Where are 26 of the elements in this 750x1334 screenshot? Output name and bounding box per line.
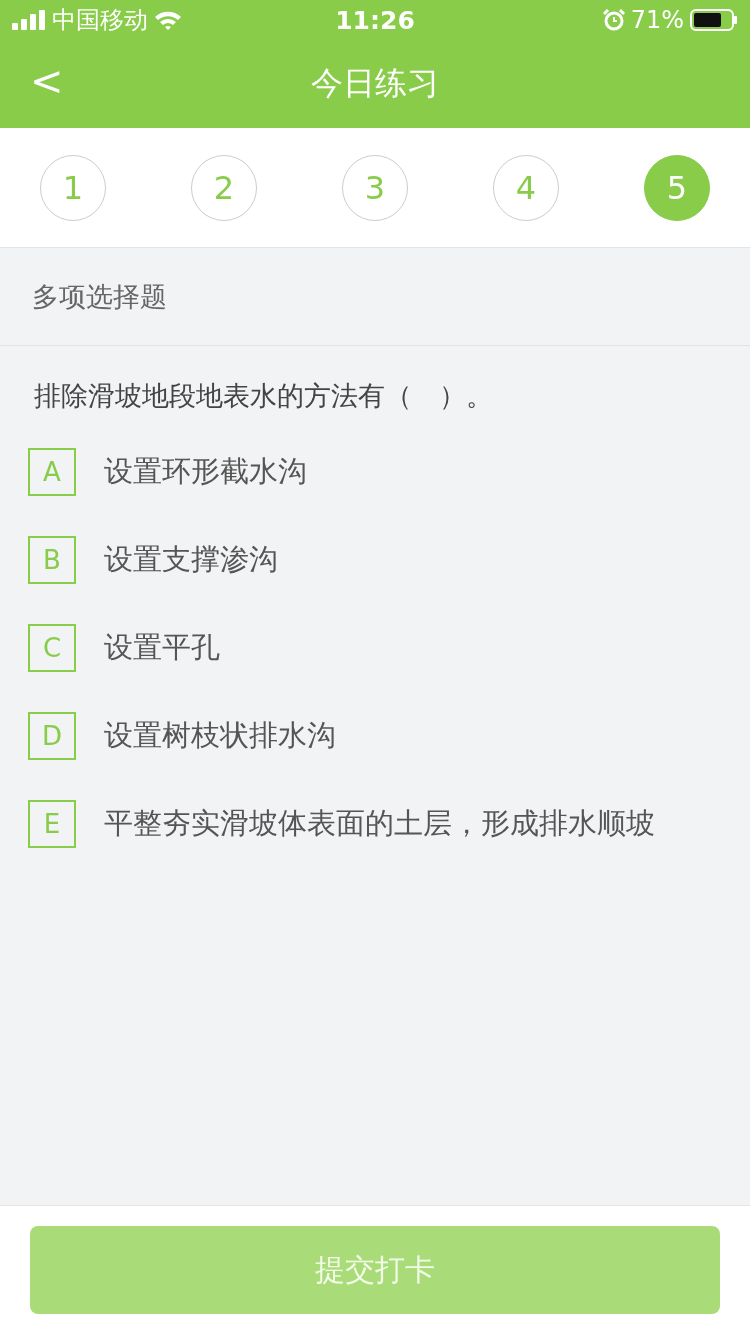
- option-letter-checkbox[interactable]: E: [28, 800, 76, 848]
- option-text[interactable]: 设置平孔: [104, 628, 220, 668]
- option-text[interactable]: 设置树枝状排水沟: [104, 716, 336, 756]
- option-letter-checkbox[interactable]: D: [28, 712, 76, 760]
- carrier-name: 中国移动: [52, 5, 148, 36]
- option-letter-checkbox[interactable]: A: [28, 448, 76, 496]
- option-text[interactable]: 设置支撑渗沟: [104, 540, 278, 580]
- question-text: 排除滑坡地段地表水的方法有（ ）。: [33, 379, 494, 413]
- question-number-tab[interactable]: 2: [191, 154, 257, 221]
- wifi-icon: [154, 10, 182, 30]
- question-type-label: 多项选择题: [0, 248, 750, 346]
- page-title: 今日练习: [311, 63, 439, 104]
- question-number-tab[interactable]: 3: [342, 154, 408, 221]
- signal-icon: [12, 10, 46, 30]
- status-time: 11:26: [335, 5, 415, 35]
- option-letter-checkbox[interactable]: B: [28, 536, 76, 584]
- option-text[interactable]: 设置环形截水沟: [104, 452, 307, 492]
- alarm-clock-icon: [602, 9, 625, 31]
- question-number-tab[interactable]: 1: [40, 154, 106, 221]
- battery-icon: [690, 9, 738, 31]
- battery-percent: 71%: [630, 6, 684, 34]
- option-text[interactable]: 平整夯实滑坡体表面的土层，形成排水顺坡: [104, 804, 655, 844]
- question-number-tab[interactable]: 5: [644, 154, 710, 221]
- option-letter-checkbox[interactable]: C: [28, 624, 76, 672]
- back-button[interactable]: <: [24, 58, 70, 104]
- question-number-tab[interactable]: 4: [493, 154, 559, 221]
